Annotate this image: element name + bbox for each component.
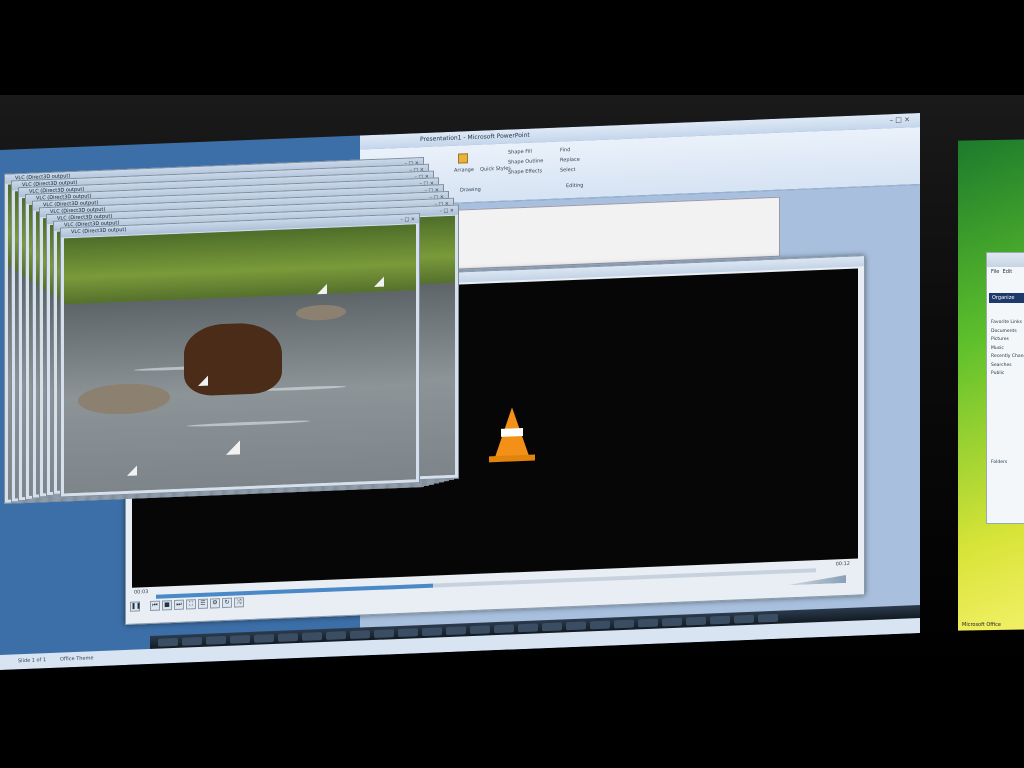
organize-button[interactable]: Organize: [989, 293, 1024, 303]
taskbar-item[interactable]: [710, 615, 730, 625]
ribbon-shape-effects[interactable]: Shape Effects: [508, 168, 542, 175]
taskbar-item[interactable]: [494, 624, 514, 634]
explorer-titlebar[interactable]: [987, 253, 1024, 267]
taskbar-item[interactable]: [374, 629, 394, 638]
taskbar-item[interactable]: [206, 635, 226, 645]
nav-folders[interactable]: Folders: [991, 459, 1024, 468]
taskbar-item[interactable]: [518, 623, 538, 633]
taskbar-item[interactable]: [662, 617, 682, 627]
play-pause-button[interactable]: ❚❚: [130, 601, 141, 612]
nav-music[interactable]: Music: [991, 345, 1024, 354]
taskbar-item[interactable]: [638, 618, 658, 628]
vlc-time-total: 00:12: [835, 560, 850, 568]
ribbon-arrange[interactable]: Arrange: [454, 167, 474, 174]
nav-favorite-links[interactable]: Favorite Links: [991, 319, 1024, 328]
powerpoint-window-controls[interactable]: – □ ×: [890, 115, 910, 124]
seagull: [317, 283, 328, 295]
ribbon-shape-outline[interactable]: Shape Outline: [508, 158, 543, 165]
ribbon-shape-fill[interactable]: Shape Fill: [508, 149, 532, 156]
explorer-menu: File Edit: [991, 269, 1012, 275]
next-button[interactable]: ⏭: [174, 599, 184, 611]
nav-documents[interactable]: Documents: [991, 328, 1024, 337]
ribbon-quick-styles[interactable]: Quick Styles: [480, 165, 511, 172]
nav-pictures[interactable]: Pictures: [991, 336, 1024, 345]
taskbar-item[interactable]: [350, 630, 370, 639]
taskbar-item[interactable]: [326, 631, 346, 640]
seagull: [373, 276, 384, 287]
stop-button[interactable]: ■: [162, 600, 172, 611]
explorer-nav-list: Favorite Links Documents Pictures Music …: [991, 319, 1024, 467]
vlc-volume-slider[interactable]: [786, 575, 846, 585]
taskbar-item[interactable]: [158, 637, 178, 647]
ribbon-group-editing: Editing: [566, 182, 584, 190]
explorer-window: File Edit Organize Favorite Links Docume…: [986, 252, 1024, 524]
vlc-time-elapsed: 00:03: [134, 589, 149, 596]
photo-of-monitors: Presentation1 - Microsoft PowerPoint – □…: [0, 0, 1024, 768]
nav-public[interactable]: Public: [991, 370, 1024, 379]
taskbar-item[interactable]: [422, 627, 442, 637]
playlist-button[interactable]: ☰: [198, 598, 208, 610]
previous-button[interactable]: ⏮: [150, 600, 160, 611]
ribbon-group-drawing: Drawing: [460, 186, 481, 194]
ribbon-replace[interactable]: Replace: [560, 157, 580, 164]
vlc-cone-base: [489, 454, 535, 463]
taskbar-item[interactable]: [590, 620, 610, 630]
menu-file[interactable]: File: [991, 269, 999, 275]
seagull: [225, 440, 240, 456]
vlc-cascade-window[interactable]: VLC (Direct3D output)– □ ×: [60, 213, 420, 498]
seagull: [197, 375, 208, 386]
main-monitor-screen: Presentation1 - Microsoft PowerPoint – □…: [0, 113, 920, 671]
taskbar-item[interactable]: [446, 626, 466, 636]
taskbar-item[interactable]: [566, 621, 586, 631]
taskbar-item[interactable]: [230, 634, 250, 644]
extended-button[interactable]: ⚙: [210, 598, 220, 609]
ribbon-find[interactable]: Find: [560, 147, 570, 153]
ribbon-select[interactable]: Select: [560, 167, 575, 174]
taskbar-item[interactable]: [758, 613, 778, 623]
taskbar-item[interactable]: [398, 628, 418, 638]
taskbar-item[interactable]: [614, 619, 634, 629]
arrange-icon[interactable]: [458, 153, 468, 164]
vlc-cone-stripe: [501, 427, 523, 437]
taskbar-item[interactable]: [254, 633, 274, 643]
powerpoint-window-title: Presentation1 - Microsoft PowerPoint: [420, 131, 530, 144]
vlc-seek-progress: [156, 583, 434, 599]
taskbar-item[interactable]: [278, 633, 298, 642]
taskbar-item[interactable]: [470, 625, 490, 635]
taskbar-item[interactable]: [182, 636, 202, 646]
taskbar-item[interactable]: [734, 614, 754, 624]
nav-recently-changed[interactable]: Recently Changed: [991, 353, 1024, 362]
nav-searches[interactable]: Searches: [991, 362, 1024, 371]
explorer-footer: Microsoft Office: [962, 622, 1001, 628]
bear-video-frame: [64, 224, 416, 494]
loop-button[interactable]: ↻: [222, 597, 232, 609]
status-slide: Slide 1 of 1: [18, 657, 47, 665]
taskbar-item[interactable]: [302, 632, 322, 641]
taskbar-item[interactable]: [686, 616, 706, 626]
seagull: [127, 464, 138, 476]
random-button[interactable]: ⤮: [234, 597, 244, 608]
fullscreen-button[interactable]: ⛶: [186, 599, 196, 610]
taskbar-item[interactable]: [542, 622, 562, 632]
menu-edit[interactable]: Edit: [1003, 269, 1013, 275]
status-theme: Office Theme: [60, 655, 94, 663]
